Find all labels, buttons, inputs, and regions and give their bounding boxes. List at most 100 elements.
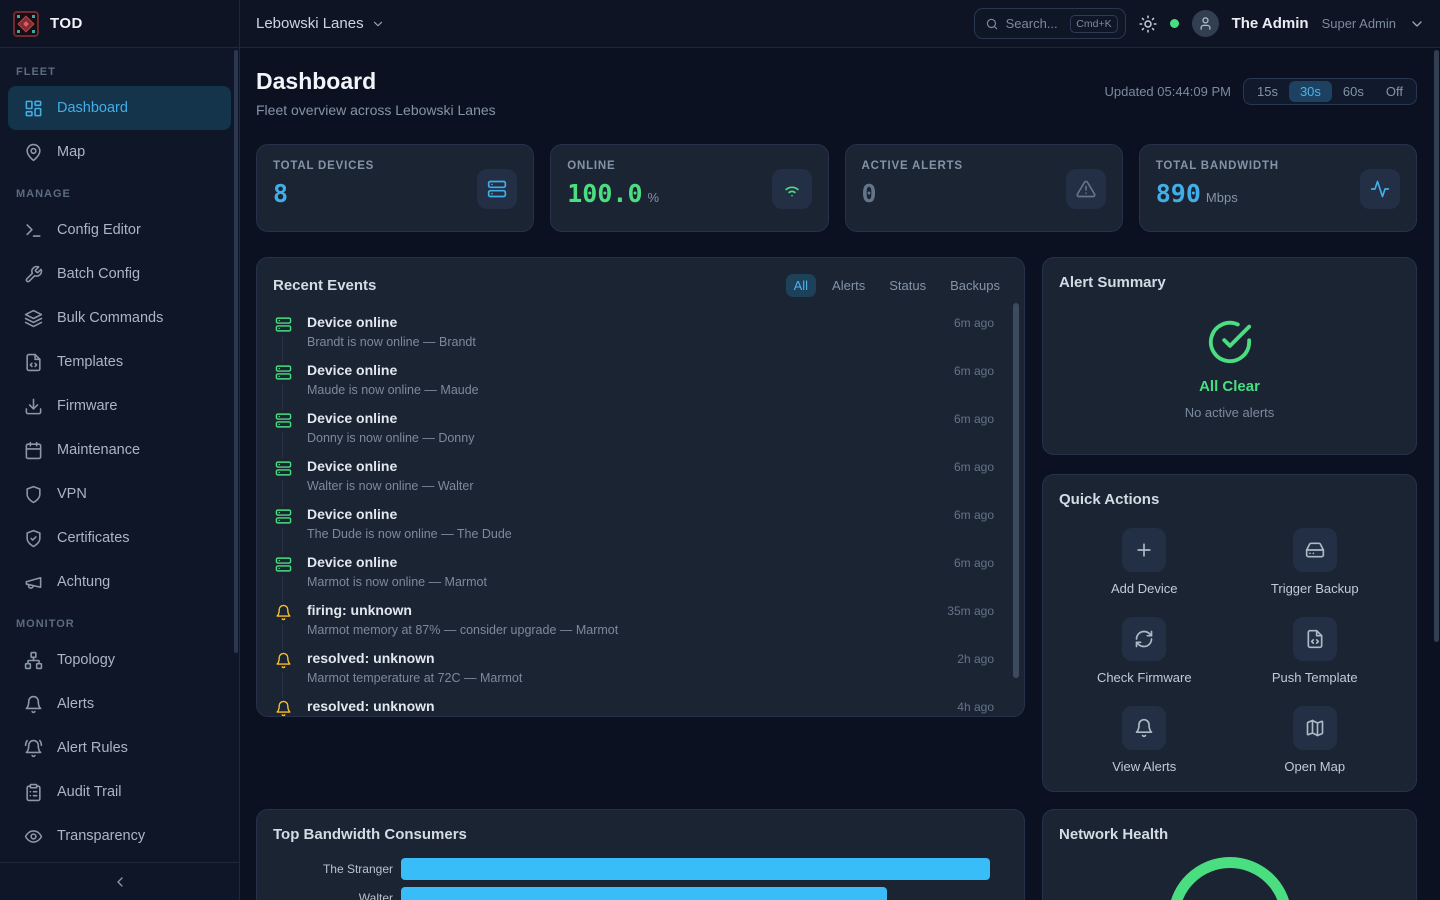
chevron-left-icon bbox=[112, 874, 128, 890]
sidebar-item-firmware[interactable]: Firmware bbox=[8, 384, 231, 428]
clipboard-list-icon bbox=[24, 783, 43, 802]
events-scrollbar[interactable] bbox=[1013, 303, 1019, 678]
app-logo-icon bbox=[13, 11, 39, 37]
search-box[interactable]: Cmd+K bbox=[974, 8, 1126, 39]
event-title: Device online bbox=[307, 410, 397, 426]
stat-value: 100.0 bbox=[567, 179, 642, 208]
quick-action-add-device[interactable]: Add Device bbox=[1059, 528, 1230, 596]
event-title: Device online bbox=[307, 362, 397, 378]
stat-card-total-devices: TOTAL DEVICES 8 bbox=[256, 144, 534, 232]
alert-summary-panel: Alert Summary All Clear No active alerts bbox=[1042, 257, 1417, 455]
bandwidth-row: Walter bbox=[273, 887, 1008, 900]
search-input[interactable] bbox=[1006, 16, 1064, 31]
quick-action-view-alerts[interactable]: View Alerts bbox=[1059, 706, 1230, 774]
events-tab-alerts[interactable]: Alerts bbox=[824, 274, 873, 297]
event-time: 35m ago bbox=[947, 604, 994, 618]
quick-action-label: Open Map bbox=[1284, 759, 1345, 774]
sidebar-scrollbar[interactable] bbox=[234, 50, 238, 653]
sidebar-item-bulk-commands[interactable]: Bulk Commands bbox=[8, 296, 231, 340]
events-tab-backups[interactable]: Backups bbox=[942, 274, 1008, 297]
event-time: 6m ago bbox=[954, 364, 994, 378]
refresh-option-60s[interactable]: 60s bbox=[1332, 81, 1375, 102]
quick-actions-panel: Quick Actions Add Device Trigger Backup … bbox=[1042, 474, 1417, 792]
sidebar-item-label: Batch Config bbox=[57, 266, 140, 282]
refresh-option-15s[interactable]: 15s bbox=[1246, 81, 1289, 102]
sidebar-item-label: Audit Trail bbox=[57, 784, 121, 800]
quick-action-label: Add Device bbox=[1111, 581, 1177, 596]
server-icon bbox=[487, 179, 507, 199]
bandwidth-bar bbox=[401, 858, 990, 880]
page-subtitle: Fleet overview across Lebowski Lanes bbox=[256, 102, 496, 118]
sidebar-item-certificates[interactable]: Certificates bbox=[8, 516, 231, 560]
sidebar-item-label: VPN bbox=[57, 486, 87, 502]
quick-action-open-map[interactable]: Open Map bbox=[1230, 706, 1401, 774]
section-title-manage: MANAGE bbox=[0, 188, 239, 200]
sidebar-item-audit-trail[interactable]: Audit Trail bbox=[8, 770, 231, 814]
file-code-icon bbox=[1305, 629, 1325, 649]
refresh-option-off[interactable]: Off bbox=[1375, 81, 1414, 102]
sidebar-item-label: Config Editor bbox=[57, 222, 141, 238]
recent-events-panel: Recent Events All Alerts Status Backups … bbox=[256, 257, 1025, 717]
event-description: The Dude is now online — The Dude bbox=[307, 527, 994, 541]
refresh-cw-icon bbox=[1134, 629, 1154, 649]
stat-card-active-alerts: ACTIVE ALERTS 0 bbox=[845, 144, 1123, 232]
sidebar-collapse-button[interactable] bbox=[0, 862, 239, 900]
refresh-interval-segmented-control: 15s 30s 60s Off bbox=[1243, 78, 1417, 105]
user-menu-chevron-down-icon[interactable] bbox=[1409, 16, 1425, 32]
quick-action-trigger-backup[interactable]: Trigger Backup bbox=[1230, 528, 1401, 596]
event-row: Device online6m ago Brandt is now online… bbox=[273, 314, 1008, 349]
quick-action-check-firmware[interactable]: Check Firmware bbox=[1059, 617, 1230, 685]
sidebar-item-config-editor[interactable]: Config Editor bbox=[8, 208, 231, 252]
wifi-icon bbox=[782, 179, 802, 199]
wrench-icon bbox=[24, 265, 43, 284]
network-icon bbox=[24, 651, 43, 670]
event-row: Device online6m ago Walter is now online… bbox=[273, 458, 1008, 493]
stat-value: 890 bbox=[1156, 179, 1201, 208]
quick-action-label: Push Template bbox=[1272, 670, 1358, 685]
quick-action-push-template[interactable]: Push Template bbox=[1230, 617, 1401, 685]
events-tab-all[interactable]: All bbox=[786, 274, 816, 297]
theme-toggle-sun-icon[interactable] bbox=[1139, 15, 1157, 33]
sidebar: FLEET Dashboard Map MANAGE Config Editor… bbox=[0, 48, 240, 900]
plus-icon bbox=[1134, 540, 1154, 560]
file-code-icon bbox=[24, 353, 43, 372]
event-description: Maude is now online — Maude bbox=[307, 383, 994, 397]
sidebar-item-transparency[interactable]: Transparency bbox=[8, 814, 231, 858]
sidebar-item-maintenance[interactable]: Maintenance bbox=[8, 428, 231, 472]
event-title: resolved: unknown bbox=[307, 650, 435, 666]
sidebar-item-templates[interactable]: Templates bbox=[8, 340, 231, 384]
event-row: Device online6m ago Donny is now online … bbox=[273, 410, 1008, 445]
sidebar-item-batch-config[interactable]: Batch Config bbox=[8, 252, 231, 296]
bell-icon bbox=[275, 700, 292, 717]
refresh-option-30s[interactable]: 30s bbox=[1289, 81, 1332, 102]
avatar[interactable] bbox=[1192, 10, 1219, 37]
user-icon bbox=[1198, 16, 1213, 31]
map-pin-icon bbox=[24, 143, 43, 162]
sidebar-item-alert-rules[interactable]: Alert Rules bbox=[8, 726, 231, 770]
sidebar-item-topology[interactable]: Topology bbox=[8, 638, 231, 682]
sidebar-item-map[interactable]: Map bbox=[8, 130, 231, 174]
sidebar-item-label: Certificates bbox=[57, 530, 130, 546]
org-name: Lebowski Lanes bbox=[256, 15, 364, 32]
org-switcher[interactable]: Lebowski Lanes bbox=[256, 15, 385, 32]
events-list: Device online6m ago Brandt is now online… bbox=[273, 314, 1008, 717]
event-row: Device online6m ago Marmot is now online… bbox=[273, 554, 1008, 589]
sidebar-item-alerts[interactable]: Alerts bbox=[8, 682, 231, 726]
sidebar-item-vpn[interactable]: VPN bbox=[8, 472, 231, 516]
event-title: Device online bbox=[307, 506, 397, 522]
event-time: 6m ago bbox=[954, 316, 994, 330]
connection-status-dot bbox=[1170, 19, 1179, 28]
stat-unit: Mbps bbox=[1206, 190, 1238, 205]
calendar-icon bbox=[24, 441, 43, 460]
server-icon bbox=[275, 556, 292, 573]
sidebar-item-label: Map bbox=[57, 144, 85, 160]
server-icon bbox=[275, 412, 292, 429]
event-title: Device online bbox=[307, 458, 397, 474]
sidebar-item-achtung[interactable]: Achtung bbox=[8, 560, 231, 604]
events-tab-status[interactable]: Status bbox=[881, 274, 934, 297]
page-scrollbar[interactable] bbox=[1434, 50, 1439, 642]
sidebar-item-dashboard[interactable]: Dashboard bbox=[8, 86, 231, 130]
sidebar-item-label: Maintenance bbox=[57, 442, 140, 458]
shield-check-icon bbox=[24, 529, 43, 548]
bandwidth-row: The Stranger bbox=[273, 858, 1008, 880]
